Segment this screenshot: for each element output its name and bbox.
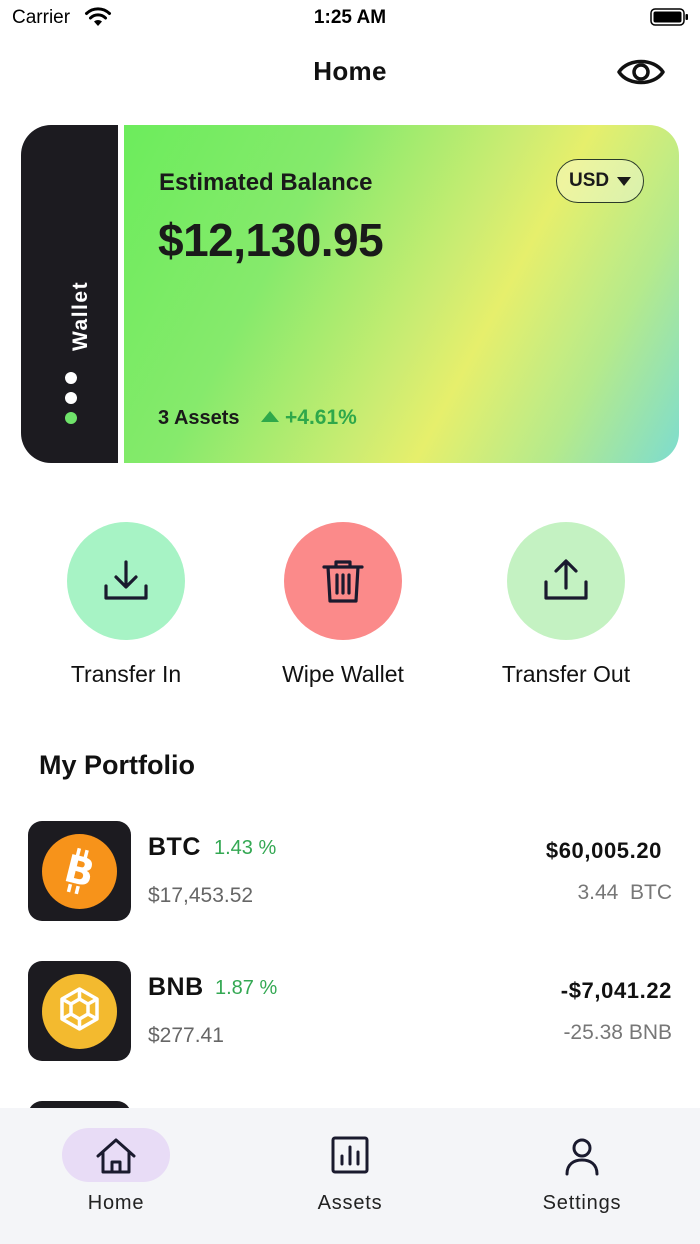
tab-settings-label: Settings [542, 1192, 622, 1214]
status-bar: Carrier 1:25 AM [0, 0, 700, 36]
transfer-in-button[interactable]: Transfer In [16, 522, 236, 692]
binance-coin-icon [42, 974, 117, 1049]
wipe-wallet-label: Wipe Wallet [282, 661, 404, 687]
bar-chart-icon [331, 1136, 369, 1174]
wipe-wallet-button[interactable]: Wipe Wallet [233, 522, 453, 692]
wallet-spine-label: Wallet [69, 280, 92, 351]
currency-value: USD [569, 170, 610, 191]
status-time: 1:25 AM [313, 7, 387, 28]
toggle-visibility-button[interactable] [616, 52, 666, 92]
transfer-out-button[interactable]: Transfer Out [456, 522, 676, 692]
download-icon [104, 560, 148, 600]
caret-down-icon [617, 177, 631, 186]
coin-value: -$7,041.22 [560, 978, 672, 1003]
coin-change: 1.43 % [214, 837, 277, 859]
transfer-out-label: Transfer Out [501, 661, 631, 687]
page-indicator-dot [65, 372, 77, 384]
coin-price: $17,453.52 [148, 884, 254, 907]
transfer-in-circle [67, 522, 185, 640]
page-title: Home [313, 56, 387, 86]
trend-up-icon [261, 411, 279, 422]
coin-change: 1.87 % [215, 977, 278, 999]
wipe-wallet-circle [284, 522, 402, 640]
coin-value: $60,005.20 [545, 838, 662, 863]
tab-assets-label: Assets [317, 1192, 383, 1214]
wallet-card-face: Estimated Balance $12,130.95 USD 3 Asset… [124, 125, 679, 463]
wallet-card[interactable]: Wallet Estimated Balance $12,130.95 USD … [21, 125, 679, 463]
coin-symbol: BTC [148, 833, 201, 861]
balance-change: +4.61% [285, 406, 357, 429]
coin-holding: 3.44 BTC [577, 881, 672, 904]
page-indicator-dot-active [65, 412, 77, 424]
bitcoin-icon: B [42, 834, 117, 909]
portfolio-row-bnb[interactable]: BNB 1.87 % $277.41 -$7,041.22 -25.38 BNB [28, 961, 672, 1061]
portfolio-row-btc[interactable]: B BTC 1.43 % $17,453.52 $60,005.20 3.44 … [28, 821, 672, 921]
transfer-out-circle [507, 522, 625, 640]
upload-icon [544, 559, 588, 600]
user-icon [565, 1138, 599, 1176]
wallet-spine[interactable]: Wallet [21, 125, 118, 463]
balance-value: $12,130.95 [158, 214, 384, 266]
balance-label: Estimated Balance [159, 169, 373, 196]
coin-holding: -25.38 BNB [563, 1021, 672, 1044]
tab-bar: Home Assets Settings [0, 1108, 700, 1244]
transfer-in-label: Transfer In [70, 661, 182, 687]
tab-home-label: Home [87, 1192, 145, 1214]
currency-selector[interactable]: USD [556, 159, 644, 203]
page-indicator-dot [65, 392, 77, 404]
coin-price: $277.41 [148, 1024, 224, 1047]
coin-tile: B [28, 821, 131, 921]
coin-symbol: BNB [148, 973, 204, 1001]
eye-icon [617, 59, 665, 85]
tab-home[interactable]: Home [26, 1128, 206, 1228]
assets-count: 3 Assets [158, 407, 240, 429]
tab-assets[interactable]: Assets [260, 1128, 440, 1228]
home-icon [96, 1138, 136, 1174]
battery-icon [650, 8, 688, 26]
trash-icon [322, 560, 364, 603]
portfolio-title: My Portfolio [39, 750, 195, 780]
tab-settings[interactable]: Settings [492, 1128, 672, 1228]
coin-tile [28, 961, 131, 1061]
